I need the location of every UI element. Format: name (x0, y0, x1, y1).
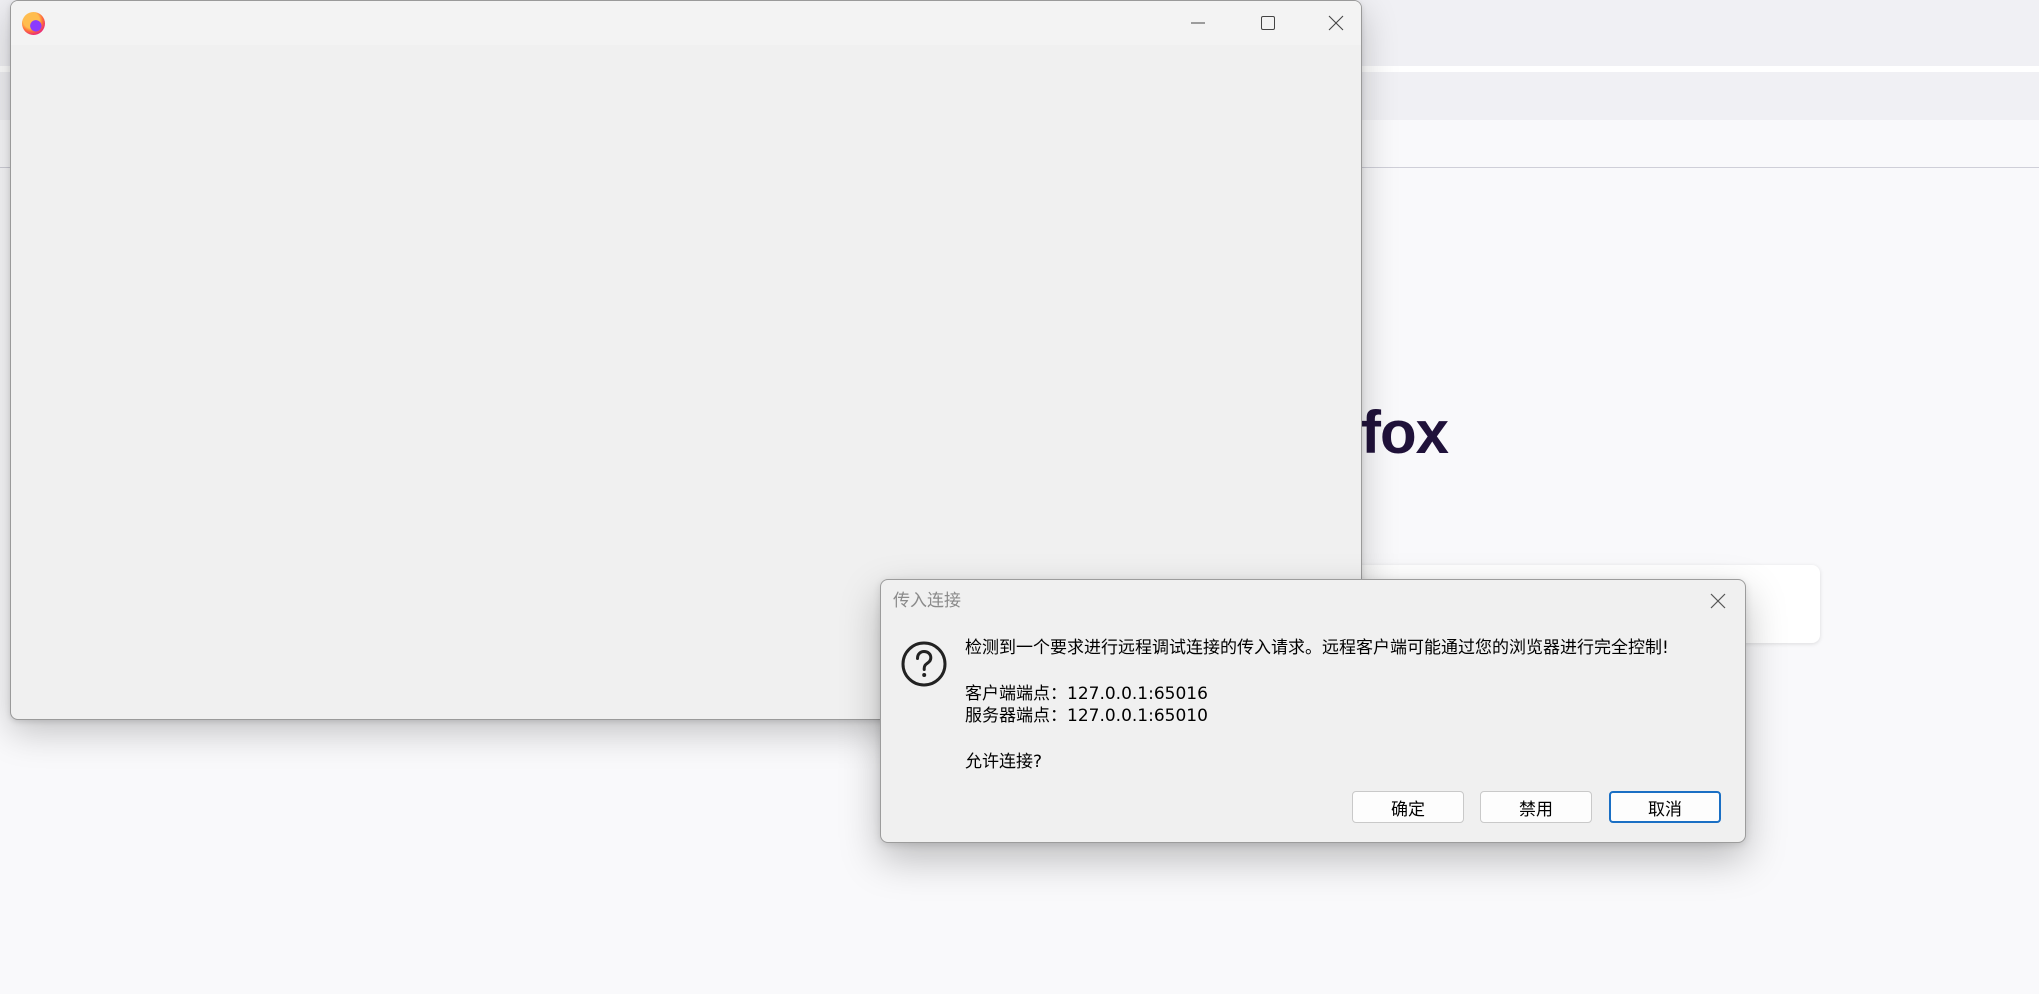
close-window-button[interactable] (1301, 1, 1361, 45)
allow-question: 允许连接? (965, 752, 1043, 772)
question-icon (901, 641, 947, 687)
minimize-button[interactable] (1163, 1, 1233, 45)
ok-button[interactable]: 确定 (1352, 791, 1464, 823)
dialog-close-button[interactable] (1701, 586, 1735, 616)
client-endpoint: 客户端端点：127.0.0.1:65016 (965, 684, 1208, 704)
dialog-title: 传入连接 (893, 591, 961, 611)
disable-button[interactable]: 禁用 (1480, 791, 1592, 823)
window-titlebar[interactable] (11, 1, 1361, 45)
background-brand-text: fox (1361, 399, 1449, 466)
close-icon (1710, 593, 1726, 609)
maximize-button[interactable] (1233, 1, 1303, 45)
cancel-button[interactable]: 取消 (1609, 791, 1721, 823)
server-endpoint: 服务器端点：127.0.0.1:65010 (965, 706, 1208, 726)
close-icon (1328, 15, 1344, 31)
dialog-message: 检测到一个要求进行远程调试连接的传入请求。远程客户端可能通过您的浏览器进行完全控… (965, 638, 1669, 658)
minimize-icon (1191, 22, 1205, 24)
firefox-logo-icon (22, 12, 45, 35)
incoming-connection-dialog: 传入连接 检测到一个要求进行远程调试连接的传入请求。远程客户端可能通过您的浏览器… (880, 579, 1746, 843)
maximize-icon (1261, 16, 1275, 30)
